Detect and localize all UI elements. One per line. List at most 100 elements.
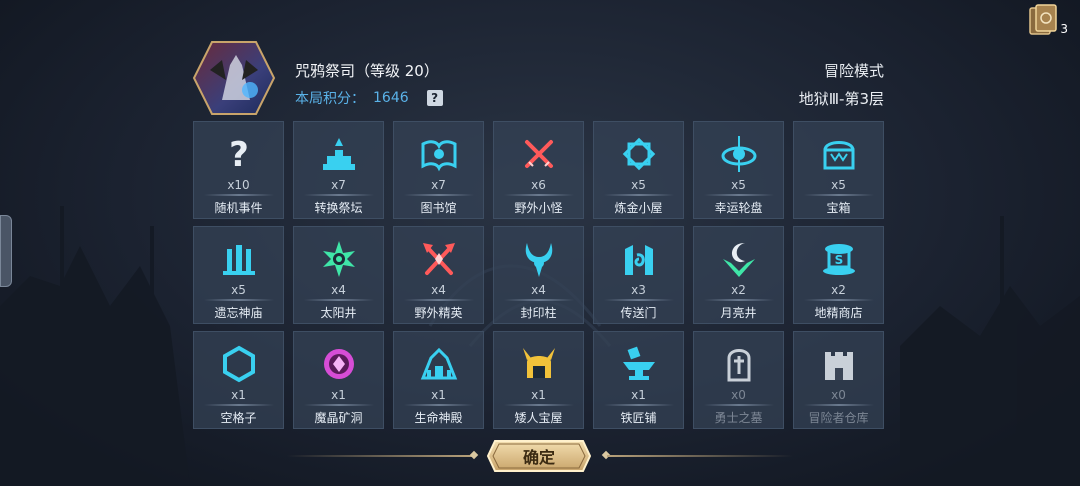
tile-count: x5	[631, 178, 646, 192]
divider	[703, 404, 774, 406]
tile-grid: ? x10 随机事件 x7 转换祭坛 x7 图书馆 x6 野外小怪 x5 炼金小…	[193, 121, 885, 429]
portal-icon	[624, 245, 653, 275]
tile-label: 野外精英	[414, 306, 463, 320]
tile-label: 图书馆	[420, 201, 457, 215]
tile-moon-well[interactable]: x2 月亮井	[693, 226, 784, 324]
boss-name: 咒鸦祭司（等级 20）	[295, 62, 439, 80]
tile-alchemy-hut[interactable]: x5 炼金小屋	[593, 121, 684, 219]
tile-count: x1	[631, 388, 646, 402]
sun-icon	[322, 241, 355, 277]
tile-count: x0	[731, 388, 746, 402]
tile-conversion-altar[interactable]: x7 转换祭坛	[293, 121, 384, 219]
tile-count: x1	[431, 388, 446, 402]
tile-count: x4	[531, 283, 546, 297]
divider	[403, 194, 474, 196]
boss-header: 咒鸦祭司（等级 20） 本局积分： 1646 ? 冒险模式 地狱Ⅲ-第3层	[192, 40, 884, 118]
seal-pillar-icon	[525, 243, 552, 277]
divider	[703, 194, 774, 196]
divider	[403, 299, 474, 301]
divider	[503, 299, 574, 301]
book-icon	[421, 140, 456, 172]
tile-dwarf-treasure[interactable]: x1 矮人宝屋	[493, 331, 584, 429]
moon-icon	[722, 243, 755, 277]
tile-blacksmith[interactable]: x1 铁匠铺	[593, 331, 684, 429]
tile-label: 铁匠铺	[620, 411, 657, 425]
divider	[703, 299, 774, 301]
card-count-badge: 3	[1060, 22, 1068, 36]
tile-warrior-tomb[interactable]: x0 勇士之墓	[693, 331, 784, 429]
crystal-mine-icon	[323, 349, 354, 379]
tile-empty-space[interactable]: x1 空格子	[193, 331, 284, 429]
tile-label: 空格子	[220, 411, 257, 425]
tile-label: 生命神殿	[414, 411, 463, 425]
tile-count: x1	[231, 388, 246, 402]
tile-count: x3	[631, 283, 646, 297]
tile-label: 转换祭坛	[314, 201, 363, 215]
elite-axes-icon	[422, 243, 455, 275]
divider	[503, 404, 574, 406]
life-temple-icon	[420, 347, 457, 380]
tile-label: 太阳井	[320, 306, 357, 320]
warehouse-icon	[824, 352, 853, 380]
confirm-bar: 确定	[287, 440, 793, 472]
hexagon-icon	[222, 345, 255, 383]
roulette-icon	[721, 136, 756, 172]
tile-seal-pillar[interactable]: x4 封印柱	[493, 226, 584, 324]
divider	[603, 404, 674, 406]
altar-icon	[322, 138, 355, 170]
divider	[203, 404, 274, 406]
tile-wild-elite[interactable]: x4 野外精英	[393, 226, 484, 324]
divider	[603, 299, 674, 301]
divider	[403, 404, 474, 406]
help-icon[interactable]: ?	[426, 90, 443, 106]
tile-label: 冒险者仓库	[808, 411, 869, 425]
tile-library[interactable]: x7 图书馆	[393, 121, 484, 219]
tile-label: 宝箱	[826, 201, 851, 215]
tile-count: x10	[227, 178, 250, 192]
tile-label: 矮人宝屋	[514, 411, 563, 425]
tile-label: 炼金小屋	[614, 201, 663, 215]
ornament-line-right	[607, 455, 793, 457]
divider	[303, 194, 374, 196]
side-drawer-tab[interactable]	[0, 215, 12, 287]
tile-goblin-shop[interactable]: S x2 地精商店	[793, 226, 884, 324]
dwarf-helmet-icon	[522, 348, 555, 378]
tile-adventurer-warehouse[interactable]: x0 冒险者仓库	[793, 331, 884, 429]
tile-count: x5	[231, 283, 246, 297]
cards-icon[interactable]	[1028, 4, 1058, 38]
ornament-diamond-left	[469, 450, 479, 460]
tile-lucky-wheel[interactable]: x5 幸运轮盘	[693, 121, 784, 219]
confirm-button[interactable]: 确定	[486, 440, 592, 472]
divider	[203, 299, 274, 301]
question-icon: ?	[229, 135, 249, 174]
tile-count: x2	[831, 283, 846, 297]
tile-sun-well[interactable]: x4 太阳井	[293, 226, 384, 324]
tile-count: x7	[431, 178, 446, 192]
divider	[303, 404, 374, 406]
tile-random-event[interactable]: ? x10 随机事件	[193, 121, 284, 219]
tile-count: x1	[331, 388, 346, 402]
tomb-icon	[727, 349, 750, 382]
tile-label: 封印柱	[520, 306, 557, 320]
svg-text:S: S	[834, 253, 843, 267]
game-mode: 冒险模式	[823, 62, 884, 80]
tile-crystal-mine[interactable]: x1 魔晶矿洞	[293, 331, 384, 429]
tile-wild-monster[interactable]: x6 野外小怪	[493, 121, 584, 219]
tile-count: x7	[331, 178, 346, 192]
divider	[303, 299, 374, 301]
ornament-line-left	[287, 455, 473, 457]
divider	[603, 194, 674, 196]
divider	[503, 194, 574, 196]
tile-count: x6	[531, 178, 546, 192]
tile-count: x0	[831, 388, 846, 402]
boss-avatar	[192, 41, 276, 115]
tile-treasure-chest[interactable]: x5 宝箱	[793, 121, 884, 219]
svg-text:?: ?	[229, 135, 249, 174]
divider	[803, 194, 874, 196]
tile-portal[interactable]: x3 传送门	[593, 226, 684, 324]
crossed-swords-icon	[524, 140, 553, 168]
shop-icon: S	[822, 244, 855, 275]
tile-forgotten-temple[interactable]: x5 遗忘神庙	[193, 226, 284, 324]
floor-level: 地狱Ⅲ-第3层	[798, 90, 884, 108]
tile-life-temple[interactable]: x1 生命神殿	[393, 331, 484, 429]
